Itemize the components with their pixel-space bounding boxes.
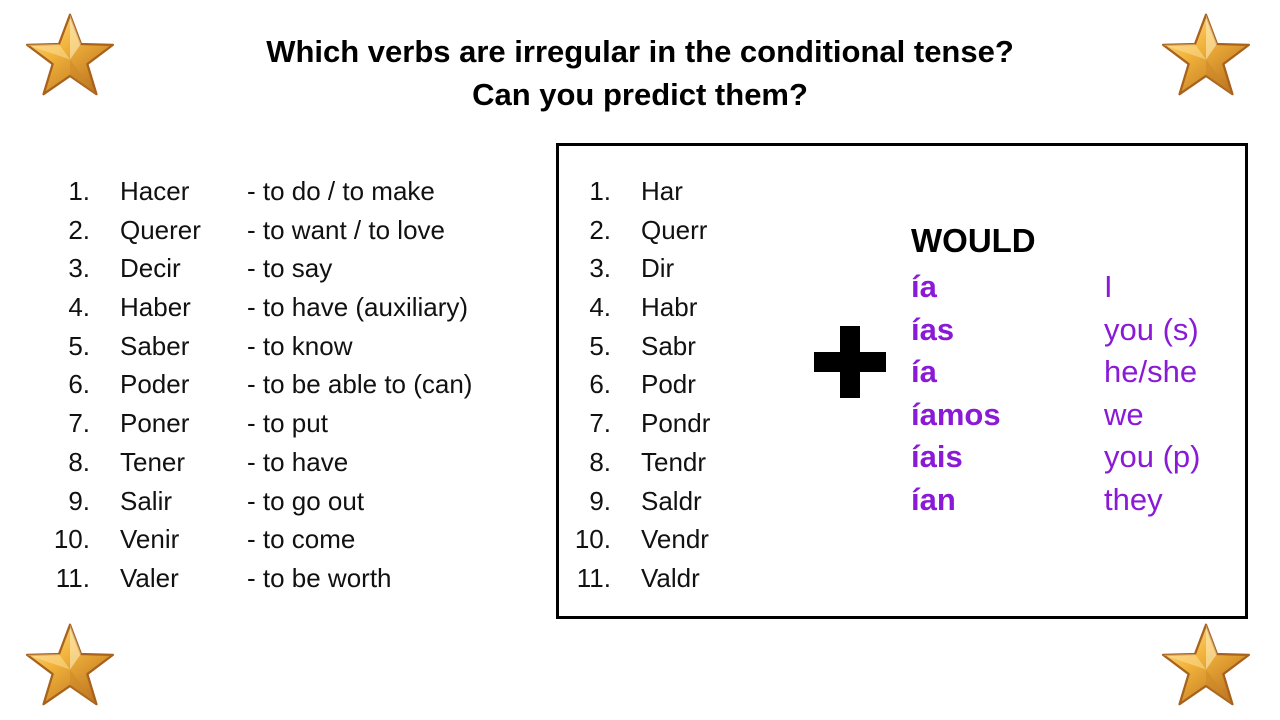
verb-number: 5. (68, 330, 90, 361)
verb-number: 3. (68, 253, 90, 284)
verb-number: 4. (68, 292, 90, 323)
conditional-ending: ían (911, 481, 956, 517)
irregular-stem: Saldr (641, 485, 702, 516)
verb-infinitive: Saber (120, 330, 190, 361)
irregular-stem: Podr (641, 369, 696, 400)
page-title: Which verbs are irregular in the conditi… (0, 30, 1280, 116)
verb-infinitive: Poder (120, 369, 190, 400)
verb-infinitive: Valer (120, 562, 179, 593)
irregular-stem: Querr (641, 214, 708, 245)
stem-number: 4. (589, 292, 611, 323)
verb-infinitive: Tener (120, 446, 186, 477)
would-label: WOULD (911, 222, 1036, 259)
subject-pronoun: we (1104, 396, 1144, 432)
stem-number: 11. (576, 562, 611, 593)
stem-number: 5. (589, 330, 611, 361)
stem-number: 2. (589, 214, 611, 245)
irregular-stem: Habr (641, 292, 698, 323)
plus-icon (814, 326, 886, 398)
irregular-stem: Vendr (641, 524, 709, 555)
verb-number: 6. (68, 369, 90, 400)
verb-meaning: - to go out (247, 485, 365, 516)
conditional-ending: ía (911, 269, 937, 304)
verb-meaning: - to want / to love (247, 214, 445, 245)
verb-infinitive: Salir (120, 485, 173, 516)
verb-meaning: - to be worth (247, 562, 392, 593)
title-line-1: Which verbs are irregular in the conditi… (266, 34, 1014, 69)
verb-meaning: - to know (247, 330, 353, 361)
verb-number: 2. (68, 214, 90, 245)
irregular-stem: Dir (641, 253, 675, 284)
stem-number: 9. (589, 485, 611, 516)
stem-number: 1. (589, 176, 611, 206)
conditional-ending: ías (911, 311, 955, 347)
irregular-stem: Har (641, 176, 683, 206)
title-line-2: Can you predict them? (472, 77, 808, 112)
star-icon (24, 622, 116, 706)
subject-pronoun: I (1104, 269, 1113, 304)
verb-number: 8. (68, 446, 90, 477)
verb-meaning: - to have (auxiliary) (247, 292, 469, 323)
verb-infinitive: Querer (120, 214, 201, 245)
subject-pronoun: you (s) (1104, 311, 1199, 347)
subject-pronoun: he/she (1104, 354, 1198, 390)
verb-meaning: - to say (247, 253, 333, 284)
stem-number: 8. (589, 446, 611, 477)
conditional-ending: íais (911, 439, 963, 475)
verb-meaning: - to come (247, 524, 356, 555)
irregular-stem: Tendr (641, 446, 707, 477)
verb-infinitive: Decir (120, 253, 181, 284)
verb-meaning: - to have (247, 446, 349, 477)
verb-number: 7. (68, 408, 90, 439)
conditional-ending: íamos (911, 396, 1001, 432)
verb-infinitive: Poner (120, 408, 190, 439)
stem-number: 10. (574, 524, 611, 555)
verb-infinitive: Haber (120, 292, 191, 323)
verb-number: 10. (53, 524, 90, 555)
irregular-stem: Valdr (641, 562, 700, 593)
irregular-stem: Pondr (641, 408, 711, 439)
irregular-stem: Sabr (641, 330, 696, 361)
verb-meaning: - to be able to (can) (247, 369, 473, 400)
stem-number: 3. (589, 253, 611, 284)
verb-meaning: - to put (247, 408, 328, 439)
verb-infinitive: Hacer (120, 176, 190, 206)
verb-number: 11. (55, 562, 90, 593)
star-icon (1160, 622, 1252, 706)
verb-number: 9. (68, 485, 90, 516)
verb-number: 1. (68, 176, 90, 206)
conditional-stems-box: 1. Har 2. Querr 3. Dir 4. Habr 5. Sabr 6. Podr 7. Pon… (556, 143, 1248, 619)
subject-pronoun: they (1104, 481, 1163, 517)
stem-number: 7. (589, 408, 611, 439)
verb-infinitive: Venir (120, 524, 180, 555)
conditional-ending: ía (911, 354, 937, 390)
stem-number: 6. (589, 369, 611, 400)
verb-meaning: - to do / to make (247, 176, 435, 206)
subject-pronoun: you (p) (1104, 439, 1201, 475)
